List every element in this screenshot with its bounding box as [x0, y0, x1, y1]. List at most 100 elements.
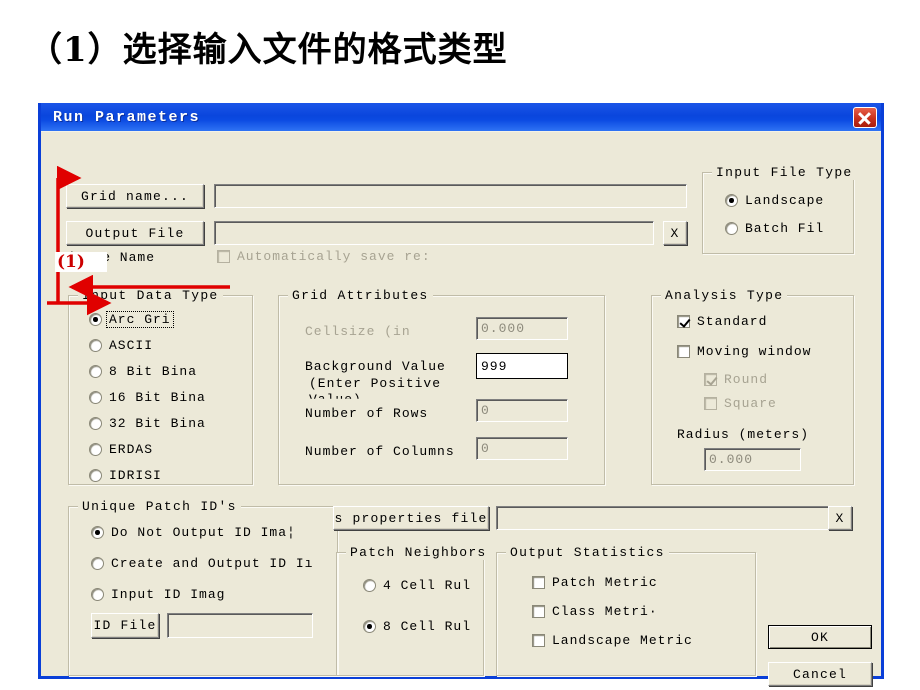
radio-dot: [89, 391, 102, 404]
id-file-input[interactable]: [167, 613, 313, 638]
checkbox-class-metric[interactable]: Class Metri·: [532, 604, 658, 619]
radio-8-bit-binary[interactable]: 8 Bit Bina: [89, 364, 197, 379]
radio-dot: [89, 339, 102, 352]
checkbox-square[interactable]: Square: [704, 396, 777, 411]
radio-label: ERDAS: [109, 442, 154, 457]
checkbox-label: Class Metri·: [552, 604, 658, 619]
radio-input-id-image[interactable]: Input ID Imag: [91, 587, 225, 602]
grid-name-button[interactable]: Grid name...: [66, 184, 204, 208]
radio-label: Landscape: [745, 193, 825, 208]
radio-label: Do Not Output ID Ima¦: [111, 525, 296, 540]
radio-16-bit-binary[interactable]: 16 Bit Bina: [89, 390, 206, 405]
rows-input[interactable]: 0: [476, 399, 568, 422]
radio-dot: [91, 557, 104, 570]
radio-4-cell-rule[interactable]: 4 Cell Rul: [363, 578, 471, 593]
page-title: （1）选择输入文件的格式类型: [28, 30, 508, 70]
checkbox-box: [532, 576, 545, 589]
ok-button[interactable]: OK: [768, 625, 872, 649]
input-file-type-group: Input File Type Landscape Batch Fil: [702, 165, 857, 254]
auto-save-checkbox[interactable]: Automatically save re:: [217, 249, 431, 264]
radio-label: IDRISI: [109, 468, 162, 483]
background-value-input[interactable]: 999: [476, 353, 568, 379]
id-file-button[interactable]: ID File: [91, 613, 159, 638]
output-statistics-title: Output Statistics: [506, 545, 669, 560]
radio-arc-grid[interactable]: Arc Gri: [89, 311, 174, 328]
radio-label: Arc Gri: [106, 311, 174, 328]
radio-8-cell-rule[interactable]: 8 Cell Rul: [363, 619, 471, 634]
radio-label: 4 Cell Rul: [383, 578, 472, 593]
unique-patch-ids-title: Unique Patch ID's: [78, 499, 241, 514]
checkbox-box: [677, 315, 690, 328]
checkbox-standard[interactable]: Standard: [677, 314, 767, 329]
checkbox-round[interactable]: Round: [704, 372, 768, 387]
radio-dot: [725, 194, 738, 207]
checkbox-moving-window[interactable]: Moving window: [677, 344, 811, 359]
cancel-button[interactable]: Cancel: [768, 662, 872, 686]
dialog-client-area: Grid name... Output File X (Base Name Au…: [41, 131, 881, 686]
base-name-label: (Base Name: [67, 250, 156, 265]
radio-dot: [363, 620, 376, 633]
radio-label: Create and Output ID Iı: [111, 556, 314, 571]
radio-label: 8 Bit Bina: [109, 364, 198, 379]
radio-label: 32 Bit Bina: [109, 416, 206, 431]
patch-neighbors-group: Patch Neighbors 4 Cell Rul 8 Cell Rul: [336, 545, 491, 676]
cellsize-input[interactable]: 0.000: [476, 317, 568, 340]
checkbox-box: [704, 397, 717, 410]
background-value-label-2: (Enter Positive: [309, 376, 442, 391]
checkbox-label: Moving window: [697, 344, 812, 359]
output-file-clear-button[interactable]: X: [663, 221, 687, 245]
radio-landscape[interactable]: Landscape: [725, 193, 824, 208]
checkbox-label: Standard: [697, 314, 768, 329]
radio-idrisi[interactable]: IDRISI: [89, 468, 162, 483]
columns-label: Number of Columns: [305, 444, 455, 459]
checkbox-label: Landscape Metric: [552, 633, 693, 648]
radio-do-not-output-id-image[interactable]: Do Not Output ID Ima¦: [91, 525, 296, 540]
checkbox-label: Patch Metric: [552, 575, 658, 590]
class-properties-file-input[interactable]: [496, 506, 851, 530]
grid-name-input[interactable]: [214, 184, 687, 208]
radio-erdas[interactable]: ERDAS: [89, 442, 153, 457]
unique-patch-ids-group: Unique Patch ID's Do Not Output ID Ima¦ …: [68, 499, 338, 676]
input-data-type-group: Input Data Type Arc Gri ASCII 8 Bit Bina…: [68, 288, 253, 485]
grid-attributes-title: Grid Attributes: [288, 288, 433, 303]
radio-32-bit-binary[interactable]: 32 Bit Bina: [89, 416, 206, 431]
radio-dot: [363, 579, 376, 592]
radio-dot: [91, 588, 104, 601]
class-properties-file-clear-button[interactable]: X: [828, 506, 852, 530]
checkbox-patch-metric[interactable]: Patch Metric: [532, 575, 658, 590]
checkbox-box: [704, 373, 717, 386]
output-file-input[interactable]: [214, 221, 654, 245]
radius-label: Radius (meters): [677, 427, 810, 442]
radius-input[interactable]: 0.000: [704, 448, 801, 471]
radio-label: ASCII: [109, 338, 154, 353]
columns-input[interactable]: 0: [476, 437, 568, 460]
checkbox-label: Square: [724, 396, 777, 411]
checkbox-label: Round: [724, 372, 769, 387]
dialog-titlebar: Run Parameters: [41, 103, 881, 131]
analysis-type-title: Analysis Type: [661, 288, 788, 303]
radio-label: 16 Bit Bina: [109, 390, 206, 405]
radio-dot: [725, 222, 738, 235]
class-properties-file-button[interactable]: s properties file: [333, 506, 489, 530]
run-parameters-dialog: Run Parameters Grid name... Output File …: [38, 103, 884, 686]
radio-batch-file[interactable]: Batch Fil: [725, 221, 824, 236]
output-statistics-group: Output Statistics Patch Metric Class Met…: [496, 545, 756, 676]
radio-create-and-output-id-image[interactable]: Create and Output ID Iı: [91, 556, 313, 571]
radio-label: Input ID Imag: [111, 587, 226, 602]
background-value-label-3: Value): [309, 392, 362, 407]
cellsize-label: Cellsize (in: [305, 324, 411, 339]
checkbox-box: [217, 250, 230, 263]
checkbox-landscape-metric[interactable]: Landscape Metric: [532, 633, 693, 648]
auto-save-label: Automatically save re:: [237, 249, 431, 264]
patch-neighbors-title: Patch Neighbors: [346, 545, 491, 560]
checkbox-box: [677, 345, 690, 358]
dialog-title-text: Run Parameters: [53, 108, 201, 126]
radio-ascii[interactable]: ASCII: [89, 338, 153, 353]
background-value-label-1: Background Value: [305, 359, 446, 374]
output-file-button[interactable]: Output File: [66, 221, 204, 245]
close-icon[interactable]: [853, 106, 877, 128]
radio-dot: [89, 417, 102, 430]
analysis-type-group: Analysis Type Standard Moving window Rou…: [651, 288, 854, 485]
radio-dot: [89, 469, 102, 482]
radio-dot: [89, 313, 102, 326]
